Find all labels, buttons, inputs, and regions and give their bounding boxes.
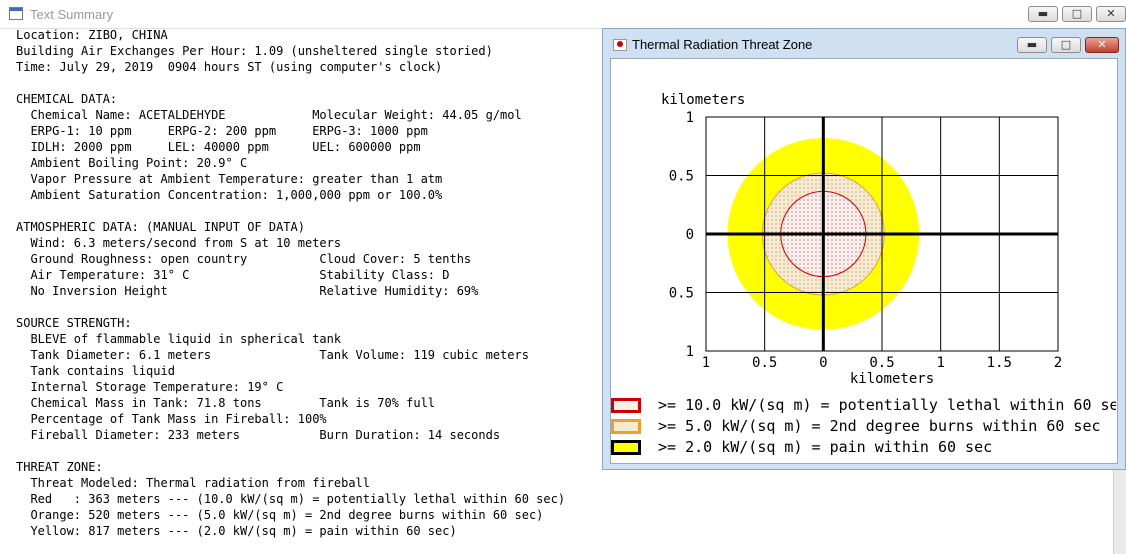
report-line: Percentage of Tank Mass in Fireball: 100… [16,412,327,426]
report-line: Air Temperature: 31° C Stability Class: … [16,268,450,282]
x-tick-label: 0.5 [869,355,894,371]
y-tick-label: 0 [686,227,694,243]
close-icon: ✕ [1106,7,1116,20]
legend-label-orange: >= 5.0 kW/(sq m) = 2nd degree burns with… [658,417,1101,435]
report-line: Building Air Exchanges Per Hour: 1.09 (u… [16,44,493,58]
x-tick-label: 1 [936,355,944,371]
report-line: Vapor Pressure at Ambient Temperature: g… [16,172,443,186]
legend-swatch-red [611,398,641,413]
main-window-titlebar[interactable]: Text Summary ▬ □ ✕ [0,0,1126,29]
report-line: ATMOSPHERIC DATA: (MANUAL INPUT OF DATA) [16,220,305,234]
x-tick-label: 0.5 [752,355,777,371]
report-line: Chemical Mass in Tank: 71.8 tons Tank is… [16,396,436,410]
report-line: Time: July 29, 2019 0904 hours ST (using… [16,60,443,74]
report-line: Yellow: 817 meters --- (2.0 kW/(sq m) = … [16,524,457,538]
report-line: CHEMICAL DATA: [16,92,118,106]
report-line: Red : 363 meters --- (10.0 kW/(sq m) = p… [16,492,566,506]
report-line: IDLH: 2000 ppm LEL: 40000 ppm UEL: 60000… [16,140,421,154]
window-app-icon [9,7,23,20]
maximize-icon: □ [1071,7,1083,20]
report-line: Fireball Diameter: 233 meters Burn Durat… [16,428,501,442]
minimize-icon: ▬ [1037,7,1049,20]
threat-minimize-button[interactable]: ▬ [1017,37,1047,53]
report-line: Wind: 6.3 meters/second from S at 10 met… [16,236,342,250]
maximize-button[interactable]: □ [1062,6,1092,22]
report-line: Ambient Saturation Concentration: 1,000,… [16,188,443,202]
report-line: Internal Storage Temperature: 19° C [16,380,284,394]
legend-label-yellow: >= 2.0 kW/(sq m) = pain within 60 sec [658,438,993,456]
threat-zone-plot-area: 1 0.5 0 0.5 1 1.5 2 1 0.5 0 0.5 1 kilometers kilome… [610,58,1118,464]
report-line: Chemical Name: ACETALDEHYDE Molecular We… [16,108,522,122]
y-tick-label: 1 [686,344,694,360]
x-tick-label: 2 [1054,355,1062,371]
minimize-button[interactable]: ▬ [1028,6,1058,22]
report-line: No Inversion Height Relative Humidity: 6… [16,284,479,298]
x-tick-label: 0 [819,355,827,371]
legend-label-red: >= 10.0 kW/(sq m) = potentially lethal w… [658,396,1116,414]
report-line: Location: ZIBO, CHINA [16,28,168,42]
threat-window-app-icon [613,39,627,51]
report-line: Threat Modeled: Thermal radiation from f… [16,476,371,490]
y-tick-label: 1 [686,110,694,126]
close-button[interactable]: ✕ [1096,6,1126,22]
report-line: Ambient Boiling Point: 20.9° C [16,156,248,170]
report-line: Ground Roughness: open country Cloud Cov… [16,252,472,266]
y-tick-label: 0.5 [669,169,694,185]
y-axis-label: kilometers [661,92,745,108]
maximize-icon: □ [1060,38,1072,51]
legend-swatch-yellow [611,440,641,455]
x-tick-label: 1 [702,355,710,371]
minimize-icon: ▬ [1026,38,1038,51]
text-summary-report: Location: ZIBO, CHINA Building Air Excha… [16,27,565,539]
threat-close-button[interactable]: ✕ [1085,37,1119,53]
x-axis-label: kilometers [850,371,934,387]
report-line: THREAT ZONE: [16,460,103,474]
threat-window-title: Thermal Radiation Threat Zone [632,37,813,52]
legend-swatch-orange [611,419,641,434]
close-icon: ✕ [1097,38,1107,51]
threat-window-titlebar[interactable]: Thermal Radiation Threat Zone ▬ □ ✕ [603,29,1125,58]
y-tick-label: 0.5 [669,286,694,302]
report-line: ERPG-1: 10 ppm ERPG-2: 200 ppm ERPG-3: 1… [16,124,428,138]
main-window-title: Text Summary [30,7,114,22]
report-line: Tank contains liquid [16,364,175,378]
x-tick-label: 1.5 [987,355,1012,371]
threat-maximize-button[interactable]: □ [1051,37,1081,53]
report-line: Tank Diameter: 6.1 meters Tank Volume: 1… [16,348,529,362]
report-line: Orange: 520 meters --- (5.0 kW/(sq m) = … [16,508,544,522]
report-line: BLEVE of flammable liquid in spherical t… [16,332,342,346]
report-line: SOURCE STRENGTH: [16,316,132,330]
vertical-scrollbar[interactable] [1113,470,1126,554]
threat-zone-window: Thermal Radiation Threat Zone ▬ □ ✕ 1 0.5… [602,28,1126,470]
